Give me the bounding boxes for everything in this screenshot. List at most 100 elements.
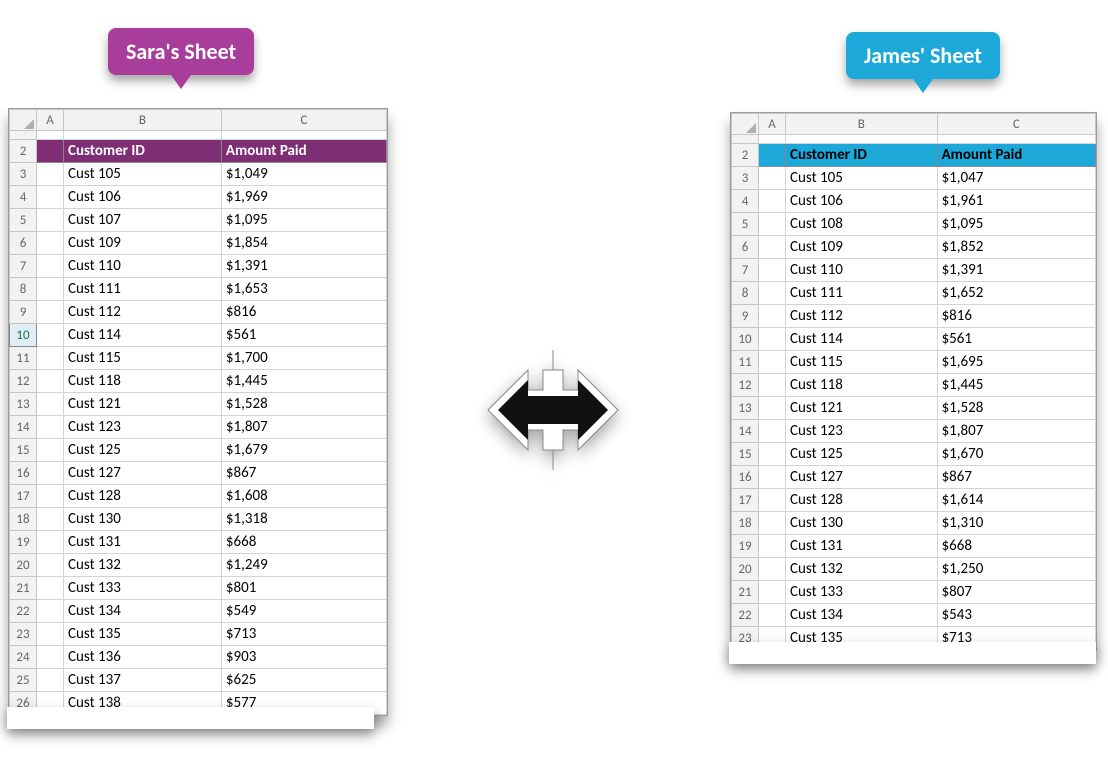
row-header[interactable]: 9 [10, 301, 37, 324]
row-header[interactable]: 20 [10, 554, 37, 577]
select-all-corner[interactable] [732, 114, 759, 135]
customer-id-cell[interactable]: Cust 105 [64, 163, 222, 186]
customer-id-cell[interactable]: Cust 114 [786, 328, 938, 351]
row-header[interactable]: 2 [10, 140, 37, 163]
table-row[interactable]: 17Cust 128$1,608 [10, 485, 387, 508]
customer-id-cell[interactable]: Cust 109 [64, 232, 222, 255]
customer-id-cell[interactable]: Cust 105 [786, 167, 938, 190]
data-header-row[interactable]: 2Customer IDAmount Paid [732, 144, 1096, 167]
amount-cell[interactable]: $1,528 [937, 397, 1095, 420]
row-1[interactable]: 1 [732, 135, 1096, 144]
row-header[interactable]: 8 [732, 282, 759, 305]
amount-cell[interactable]: $1,695 [937, 351, 1095, 374]
table-row[interactable]: 6Cust 109$1,852 [732, 236, 1096, 259]
table-row[interactable]: 3Cust 105$1,049 [10, 163, 387, 186]
row-header[interactable]: 20 [732, 558, 759, 581]
column-header-c[interactable]: C [937, 114, 1095, 135]
customer-id-cell[interactable]: Cust 115 [786, 351, 938, 374]
table-row[interactable]: 5Cust 108$1,095 [732, 213, 1096, 236]
row-header[interactable]: 13 [732, 397, 759, 420]
customer-id-cell[interactable]: Cust 131 [786, 535, 938, 558]
customer-id-cell[interactable]: Cust 125 [64, 439, 222, 462]
row-header[interactable]: 26 [10, 692, 37, 715]
cell[interactable] [759, 259, 786, 282]
amount-cell[interactable]: $1,961 [937, 190, 1095, 213]
cell[interactable] [37, 577, 64, 600]
customer-id-cell[interactable]: Cust 134 [64, 600, 222, 623]
cell[interactable] [37, 163, 64, 186]
amount-cell[interactable]: $1,445 [221, 370, 386, 393]
row-header[interactable]: 3 [10, 163, 37, 186]
cell[interactable] [37, 485, 64, 508]
customer-id-cell[interactable]: Cust 121 [786, 397, 938, 420]
amount-cell[interactable]: $816 [221, 301, 386, 324]
customer-id-cell[interactable]: Cust 111 [64, 278, 222, 301]
amount-cell[interactable]: $1,852 [937, 236, 1095, 259]
row-header[interactable]: 4 [732, 190, 759, 213]
customer-id-cell[interactable]: Cust 111 [786, 282, 938, 305]
cell[interactable] [37, 646, 64, 669]
customer-id-cell[interactable]: Cust 131 [64, 531, 222, 554]
customer-id-cell[interactable]: Cust 115 [64, 347, 222, 370]
amount-cell[interactable]: $549 [221, 600, 386, 623]
customer-id-cell[interactable]: Cust 127 [64, 462, 222, 485]
row-header[interactable]: 10 [732, 328, 759, 351]
cell[interactable] [759, 558, 786, 581]
customer-id-cell[interactable]: Cust 118 [786, 374, 938, 397]
table-row[interactable]: 20Cust 132$1,249 [10, 554, 387, 577]
header-amount-paid[interactable]: Amount Paid [221, 140, 386, 163]
table-row[interactable]: 12Cust 118$1,445 [732, 374, 1096, 397]
amount-cell[interactable]: $1,095 [221, 209, 386, 232]
row-header[interactable]: 17 [732, 489, 759, 512]
row-header[interactable]: 1 [732, 135, 759, 144]
customer-id-cell[interactable]: Cust 133 [786, 581, 938, 604]
cell[interactable] [37, 623, 64, 646]
amount-cell[interactable]: $561 [937, 328, 1095, 351]
table-row[interactable]: 4Cust 106$1,969 [10, 186, 387, 209]
amount-cell[interactable]: $1,969 [221, 186, 386, 209]
table-row[interactable]: 16Cust 127$867 [10, 462, 387, 485]
cell[interactable] [37, 347, 64, 370]
table-row[interactable]: 19Cust 131$668 [10, 531, 387, 554]
row-header[interactable]: 16 [10, 462, 37, 485]
customer-id-cell[interactable]: Cust 110 [64, 255, 222, 278]
cell[interactable] [37, 508, 64, 531]
header-customer-id[interactable]: Customer ID [786, 144, 938, 167]
table-row[interactable]: 8 Cust 111$1,653 [10, 278, 387, 301]
amount-cell[interactable]: $1,679 [221, 439, 386, 462]
table-row[interactable]: 20Cust 132$1,250 [732, 558, 1096, 581]
row-header[interactable]: 8 [10, 278, 37, 301]
table-row[interactable]: 25Cust 137$625 [10, 669, 387, 692]
row-header[interactable]: 21 [732, 581, 759, 604]
amount-cell[interactable]: $903 [221, 646, 386, 669]
cell[interactable] [37, 232, 64, 255]
cell[interactable] [759, 489, 786, 512]
row-1[interactable]: 1 [10, 131, 387, 140]
table-row[interactable]: 22 Cust 134$549 [10, 600, 387, 623]
column-header-a[interactable]: A [759, 114, 786, 135]
header-amount-paid[interactable]: Amount Paid [937, 144, 1095, 167]
cell[interactable] [759, 466, 786, 489]
row-header[interactable]: 4 [10, 186, 37, 209]
amount-cell[interactable]: $807 [937, 581, 1095, 604]
table-row[interactable]: 24Cust 136$903 [10, 646, 387, 669]
cell[interactable] [759, 167, 786, 190]
amount-cell[interactable]: $1,700 [221, 347, 386, 370]
row-header[interactable]: 22 [10, 600, 37, 623]
customer-id-cell[interactable]: Cust 112 [786, 305, 938, 328]
amount-cell[interactable]: $1,653 [221, 278, 386, 301]
row-header[interactable]: 7 [732, 259, 759, 282]
cell[interactable] [37, 255, 64, 278]
customer-id-cell[interactable]: Cust 125 [786, 443, 938, 466]
table-row[interactable]: 13Cust 121$1,528 [10, 393, 387, 416]
customer-id-cell[interactable]: Cust 112 [64, 301, 222, 324]
table-row[interactable]: 21 Cust 133$807 [732, 581, 1096, 604]
table-row[interactable]: 10Cust 114$561 [10, 324, 387, 347]
james-grid[interactable]: A B C 1 2Customer IDAmount Paid3Cust 105… [731, 113, 1096, 650]
cell[interactable] [37, 462, 64, 485]
header-customer-id[interactable]: Customer ID [64, 140, 222, 163]
row-header[interactable]: 6 [732, 236, 759, 259]
amount-cell[interactable]: $1,652 [937, 282, 1095, 305]
customer-id-cell[interactable]: Cust 114 [64, 324, 222, 347]
cell[interactable] [759, 351, 786, 374]
